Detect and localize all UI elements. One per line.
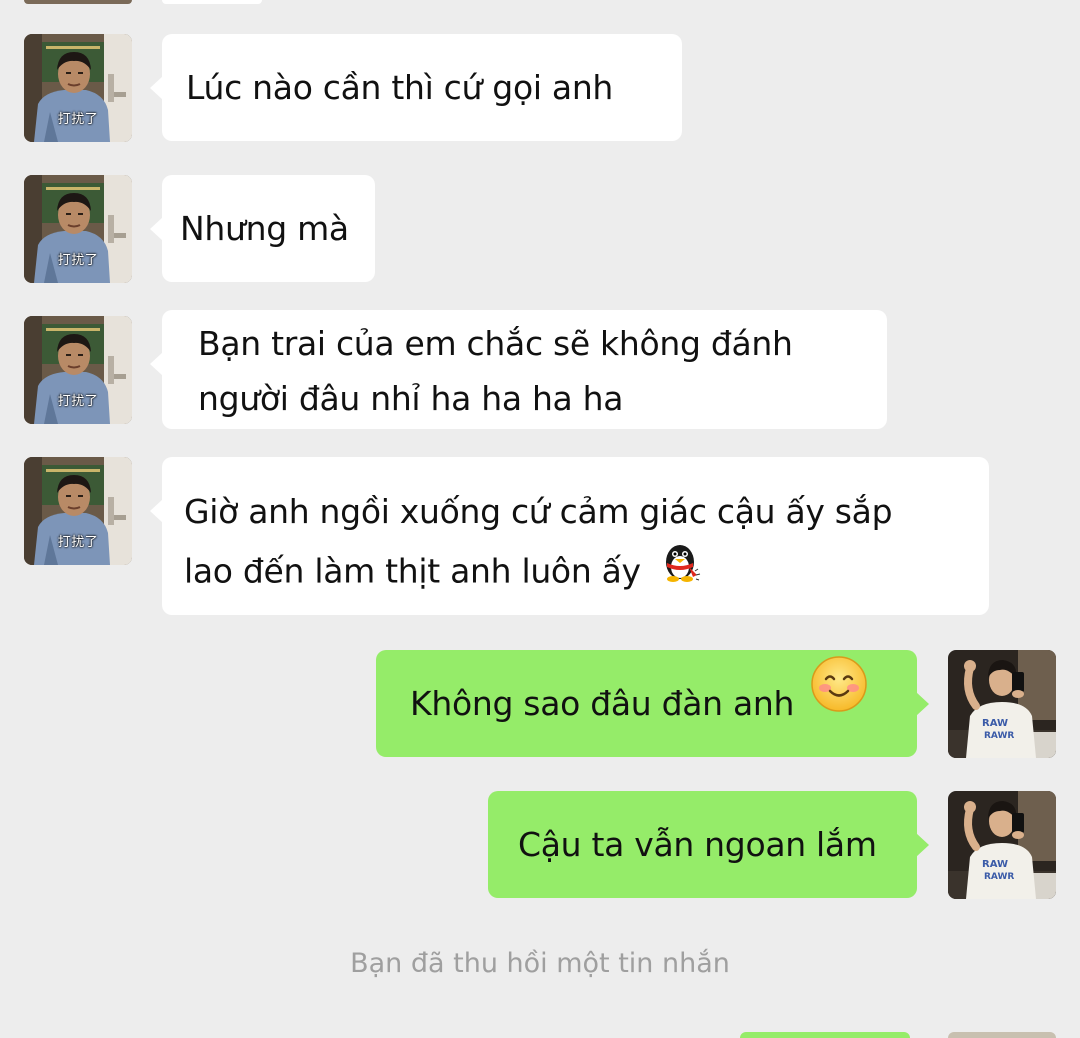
smile-emoji-icon xyxy=(810,648,868,755)
avatar-stamp-text: 打扰了 xyxy=(57,394,99,409)
avatar-stamp-text: 打扰了 xyxy=(57,535,99,550)
message-text-line-with-emoji: lao đến làm thịt anh luôn ấy xyxy=(184,541,989,605)
incoming-message-bubble[interactable]: Lúc nào cần thì cứ gọi anh xyxy=(150,34,682,141)
incoming-message-bubble[interactable]: Nhưng mà xyxy=(150,175,375,282)
cropped-message-bubble xyxy=(162,0,262,4)
outgoing-message-bubble[interactable]: Không sao đâu đàn anh xyxy=(376,648,929,757)
avatar-stamp-text: 打扰了 xyxy=(57,253,99,268)
cropped-avatar xyxy=(24,0,132,4)
message-text-line: người đâu nhỉ ha ha ha ha xyxy=(198,379,624,418)
my-avatar[interactable] xyxy=(948,650,1056,758)
message-text-line: Giờ anh ngồi xuống cứ cảm giác cậu ấy sắ… xyxy=(184,492,893,531)
message-text: Lúc nào cần thì cứ gọi anh xyxy=(186,68,614,107)
cropped-message-bubble xyxy=(740,1032,910,1038)
penguin-emoji-icon xyxy=(657,537,703,601)
outgoing-message-bubble[interactable]: Cậu ta vẫn ngoan lắm xyxy=(488,791,929,898)
recall-notice: Bạn đã thu hồi một tin nhắn xyxy=(350,948,730,979)
message-text: lao đến làm thịt anh luôn ấy xyxy=(184,551,641,591)
contact-avatar[interactable]: 打扰了 xyxy=(24,175,132,283)
selfie-avatar-icon xyxy=(948,650,1056,758)
my-avatar[interactable] xyxy=(948,791,1056,899)
message-text: Cậu ta vẫn ngoan lắm xyxy=(518,825,877,864)
cropped-avatar xyxy=(948,1032,1056,1038)
contact-avatar[interactable]: 打扰了 xyxy=(24,34,132,142)
message-text: Không sao đâu đàn anh xyxy=(410,684,795,723)
chat-history[interactable]: 打扰了 Lúc nào cần thì cứ gọi anh 打扰了 Nhưng… xyxy=(0,0,1080,1038)
incoming-message-bubble[interactable]: Giờ anh ngồi xuống cứ cảm giác cậu ấy sắ… xyxy=(150,457,989,615)
contact-avatar[interactable]: 打扰了 xyxy=(24,457,132,565)
message-text-line: Bạn trai của em chắc sẽ không đánh xyxy=(198,324,793,363)
selfie-avatar-icon xyxy=(948,791,1056,899)
incoming-message-bubble[interactable]: Bạn trai của em chắc sẽ không đánh người… xyxy=(150,310,887,429)
avatar-stamp-text: 打扰了 xyxy=(57,112,99,127)
contact-avatar[interactable]: 打扰了 xyxy=(24,316,132,424)
message-text: Nhưng mà xyxy=(180,209,349,248)
